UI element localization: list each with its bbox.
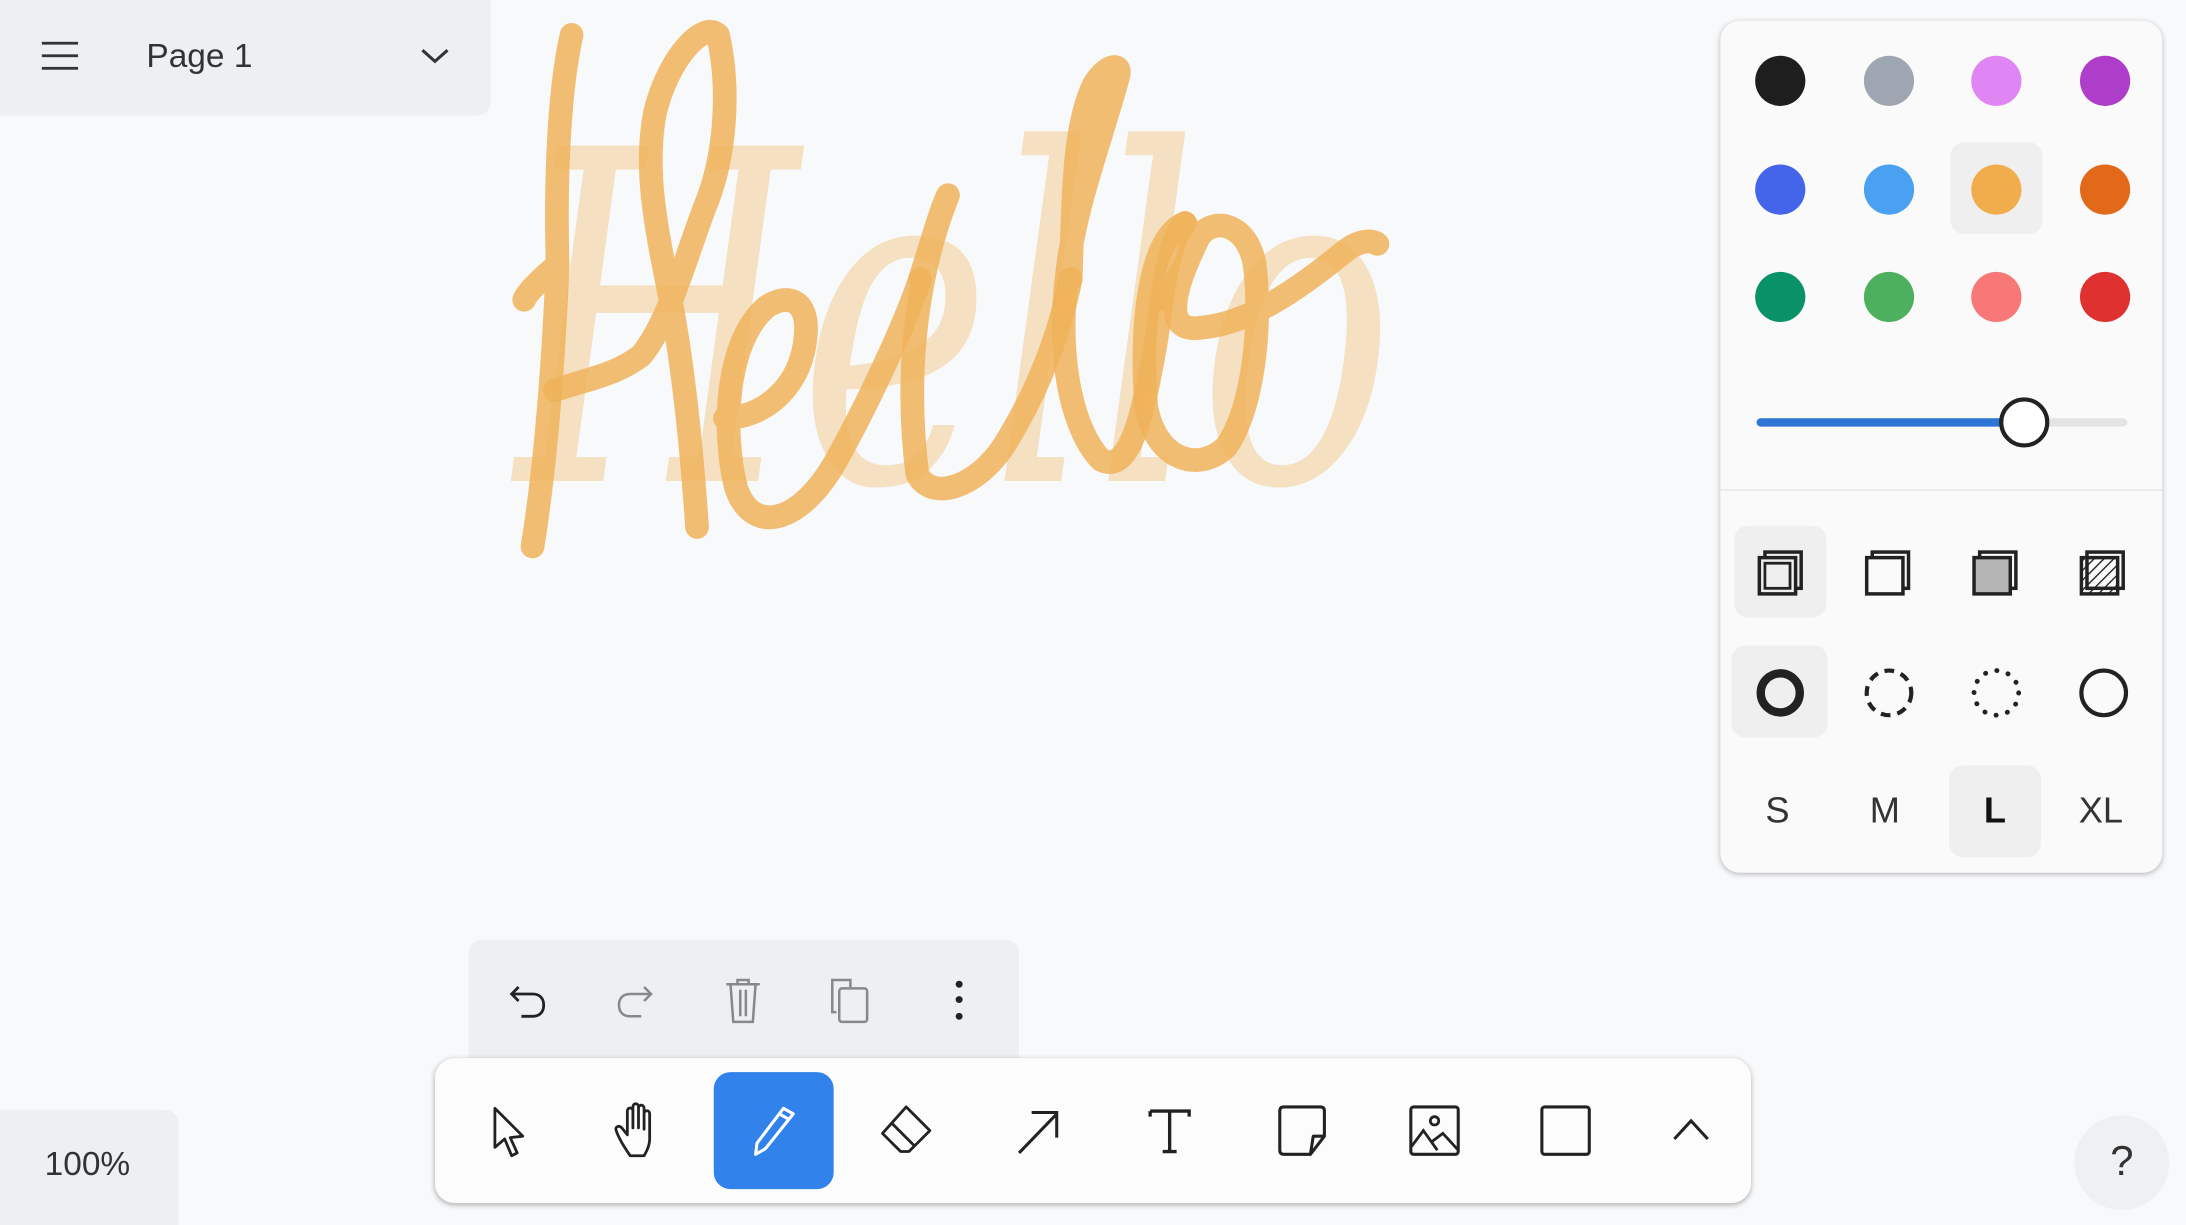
undo-icon[interactable]	[505, 979, 552, 1026]
app: Hello Page 1 S M L XL 100% ?	[0, 0, 2186, 1225]
rectangle-icon	[1540, 1105, 1591, 1156]
color-swatch[interactable]	[1863, 271, 1914, 323]
page-menu[interactable]: Page 1	[0, 0, 491, 116]
color-swatch[interactable]	[2079, 163, 2130, 214]
color-swatch[interactable]	[1971, 163, 2022, 214]
zoom-menu[interactable]: 100%	[0, 1109, 179, 1225]
tool-arrow[interactable]	[979, 1072, 1099, 1189]
tool-rectangle[interactable]	[1506, 1072, 1626, 1189]
color-swatch[interactable]	[1863, 163, 1914, 214]
more-vertical-icon[interactable]	[945, 979, 973, 1026]
image-icon	[1409, 1105, 1460, 1156]
dash-draw-icon[interactable]	[1752, 665, 1808, 721]
cursor-arrow-icon	[493, 1106, 525, 1158]
divider	[1720, 489, 2163, 491]
redo-icon[interactable]	[611, 979, 658, 1026]
size-s-button[interactable]: S	[1731, 789, 1823, 832]
color-swatch[interactable]	[1971, 55, 2022, 106]
fill-none-icon[interactable]	[1754, 546, 1810, 602]
hamburger-menu-icon[interactable]	[41, 41, 79, 80]
tool-image[interactable]	[1375, 1072, 1495, 1189]
help-label: ?	[2110, 1138, 2134, 1185]
color-swatch[interactable]	[1755, 163, 1806, 214]
page-name: Page 1	[146, 37, 253, 76]
pencil-icon	[754, 1106, 795, 1156]
tool-more[interactable]	[1631, 1072, 1751, 1189]
color-swatch[interactable]	[1755, 55, 1806, 106]
eraser-icon	[881, 1105, 932, 1153]
fill-semi-icon[interactable]	[1861, 546, 1917, 602]
chevron-up-icon	[1673, 1118, 1709, 1141]
fill-pattern-icon[interactable]	[2076, 546, 2132, 602]
tool-draw[interactable]	[713, 1072, 834, 1190]
size-l-button[interactable]: L	[1949, 789, 2041, 832]
trash-icon[interactable]	[719, 976, 766, 1026]
text-icon	[1148, 1109, 1191, 1154]
tool-select[interactable]	[449, 1072, 569, 1189]
tool-hand[interactable]	[581, 1072, 701, 1189]
action-bar	[468, 939, 1020, 1066]
dash-dashed-icon[interactable]	[1861, 665, 1917, 721]
color-swatch[interactable]	[2079, 271, 2130, 323]
hand-icon	[614, 1102, 652, 1158]
size-m-button[interactable]: M	[1839, 789, 1931, 832]
duplicate-icon[interactable]	[825, 976, 875, 1026]
arrow-icon	[1017, 1110, 1059, 1154]
color-swatch[interactable]	[2079, 55, 2130, 106]
dash-dotted-icon[interactable]	[1968, 665, 2024, 721]
dash-solid-icon[interactable]	[2076, 665, 2132, 721]
size-xl-button[interactable]: XL	[2055, 789, 2147, 832]
opacity-slider-fill	[1756, 418, 2024, 427]
tool-eraser[interactable]	[846, 1072, 966, 1189]
tool-note[interactable]	[1242, 1072, 1362, 1189]
help-button[interactable]: ?	[2074, 1115, 2170, 1211]
tool-toolbar	[434, 1058, 1751, 1204]
chevron-down-icon[interactable]	[418, 39, 451, 72]
zoom-level: 100%	[44, 1145, 131, 1184]
style-panel: S M L XL	[1720, 20, 2163, 873]
tool-text[interactable]	[1110, 1072, 1230, 1189]
opacity-slider-thumb[interactable]	[1998, 397, 2049, 448]
color-swatch[interactable]	[1863, 55, 1914, 106]
fill-solid-icon[interactable]	[1968, 546, 2024, 602]
color-swatch[interactable]	[1971, 271, 2022, 323]
sticky-note-icon	[1278, 1105, 1326, 1156]
color-swatch[interactable]	[1755, 271, 1806, 323]
